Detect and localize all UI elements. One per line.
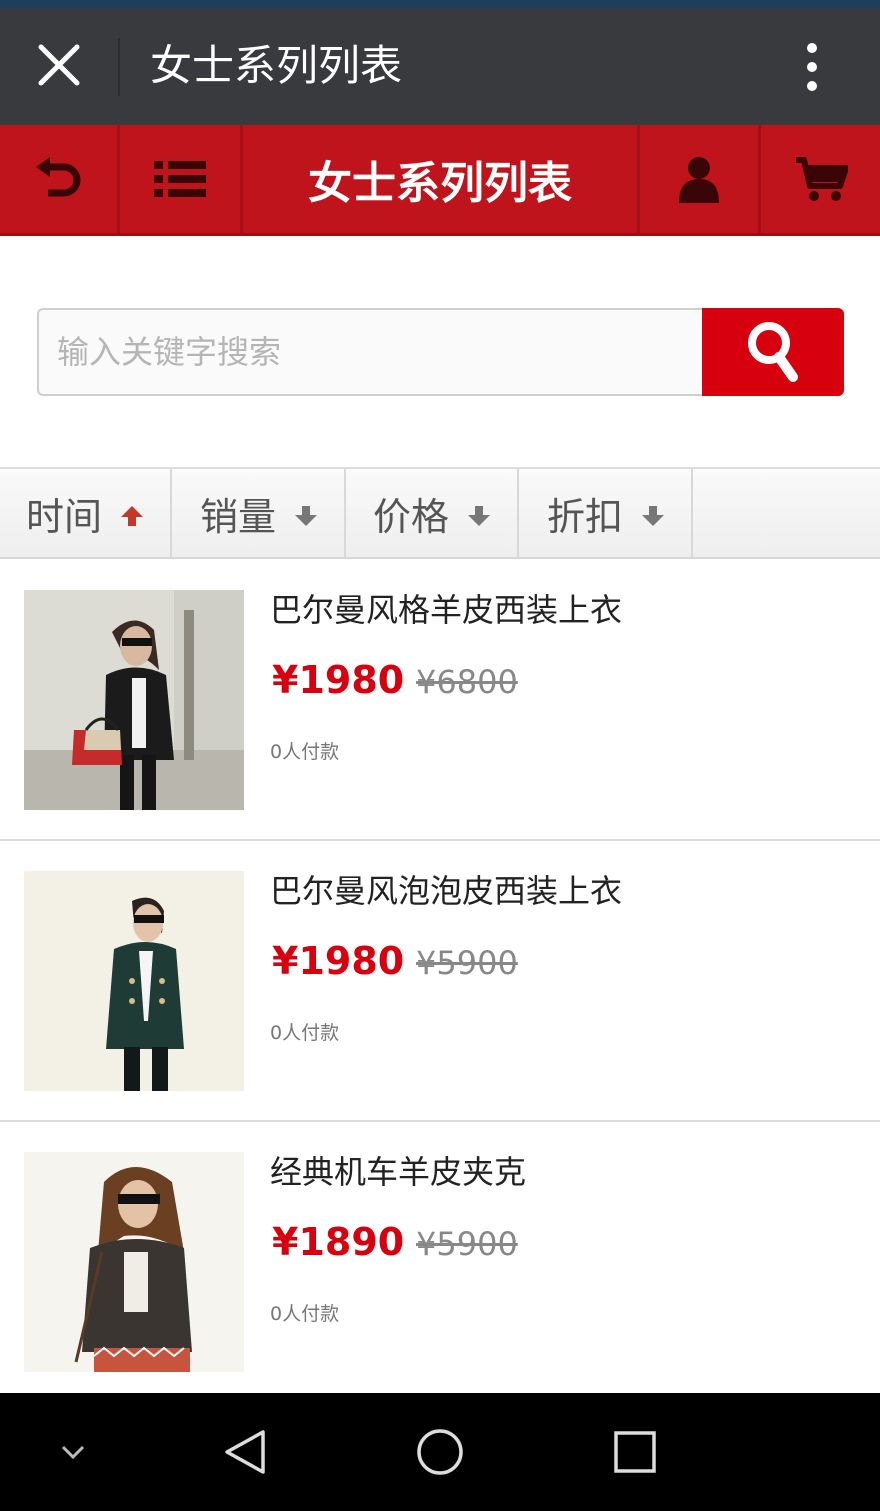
back-icon: [35, 157, 80, 197]
search-button[interactable]: [702, 308, 844, 396]
product-price: ¥1890: [272, 1220, 405, 1264]
product-buyers: 0人付款: [270, 741, 340, 763]
product-item[interactable]: 巴尔曼风泡泡皮西装上衣 ¥1980 ¥5900 0人付款: [0, 841, 880, 1122]
product-item[interactable]: 经典机车羊皮夹克 ¥1890 ¥5900 0人付款: [0, 1122, 880, 1403]
product-buyers: 0人付款: [270, 1022, 340, 1044]
nav-back-button[interactable]: [210, 1417, 280, 1487]
user-button[interactable]: [640, 125, 758, 233]
product-price: ¥1980: [272, 658, 405, 702]
user-icon: [679, 157, 719, 203]
product-image[interactable]: [24, 1152, 244, 1372]
arrow-down-icon: [468, 506, 490, 526]
product-original-price: ¥5900: [416, 944, 518, 982]
sort-tab-price[interactable]: 价格: [347, 469, 519, 557]
more-button[interactable]: [790, 32, 834, 102]
sort-bar: 时间 销量 价格 折扣: [0, 467, 880, 559]
arrow-up-icon: [121, 506, 143, 526]
shop-header: 女士系列列表: [0, 125, 880, 236]
titlebar-separator: [118, 38, 120, 96]
sort-tab-label: 时间: [25, 494, 102, 539]
list-menu-icon: [154, 161, 206, 197]
arrow-down-icon: [295, 506, 317, 526]
product-name[interactable]: 经典机车羊皮夹克: [270, 1150, 526, 1194]
search-icon: [748, 322, 798, 382]
page-title: 女士系列列表: [308, 158, 572, 209]
cart-icon: [795, 157, 848, 201]
product-buyers: 0人付款: [270, 1303, 340, 1325]
nav-recents-button[interactable]: [600, 1417, 670, 1487]
system-navbar: [0, 1393, 880, 1511]
status-strip: [0, 0, 880, 8]
product-image[interactable]: [24, 871, 244, 1091]
close-icon: [38, 44, 80, 86]
back-triangle-icon: [225, 1430, 265, 1474]
back-button[interactable]: [0, 125, 117, 233]
chevron-down-icon: [61, 1445, 85, 1460]
product-price: ¥1980: [272, 939, 405, 983]
product-item[interactable]: 巴尔曼风格羊皮西装上衣 ¥1980 ¥6800 0人付款: [0, 560, 880, 841]
search-bar: [37, 308, 844, 396]
close-button[interactable]: [24, 30, 94, 100]
product-image[interactable]: [24, 590, 244, 810]
nav-home-button[interactable]: [405, 1417, 475, 1487]
product-original-price: ¥6800: [416, 663, 518, 701]
hide-keyboard-button[interactable]: [38, 1417, 108, 1487]
sort-tab-label: 折扣: [546, 494, 623, 539]
product-original-price: ¥5900: [416, 1225, 518, 1263]
sort-tab-time[interactable]: 时间: [0, 469, 172, 557]
menu-button[interactable]: [120, 125, 240, 233]
search-input[interactable]: [37, 308, 703, 396]
cart-button[interactable]: [761, 125, 880, 233]
sort-tab-sales[interactable]: 销量: [174, 469, 346, 557]
sort-tab-discount[interactable]: 折扣: [521, 469, 693, 557]
recents-square-icon: [614, 1431, 656, 1473]
arrow-down-icon: [642, 506, 664, 526]
app-titlebar: 女士系列列表: [0, 8, 880, 125]
sort-tab-label: 价格: [372, 494, 449, 539]
more-vert-icon: [807, 43, 817, 91]
product-name[interactable]: 巴尔曼风泡泡皮西装上衣: [270, 869, 622, 913]
sort-tab-label: 销量: [199, 494, 276, 539]
product-name[interactable]: 巴尔曼风格羊皮西装上衣: [270, 588, 622, 632]
home-circle-icon: [417, 1429, 463, 1475]
window-title: 女士系列列表: [150, 41, 403, 90]
